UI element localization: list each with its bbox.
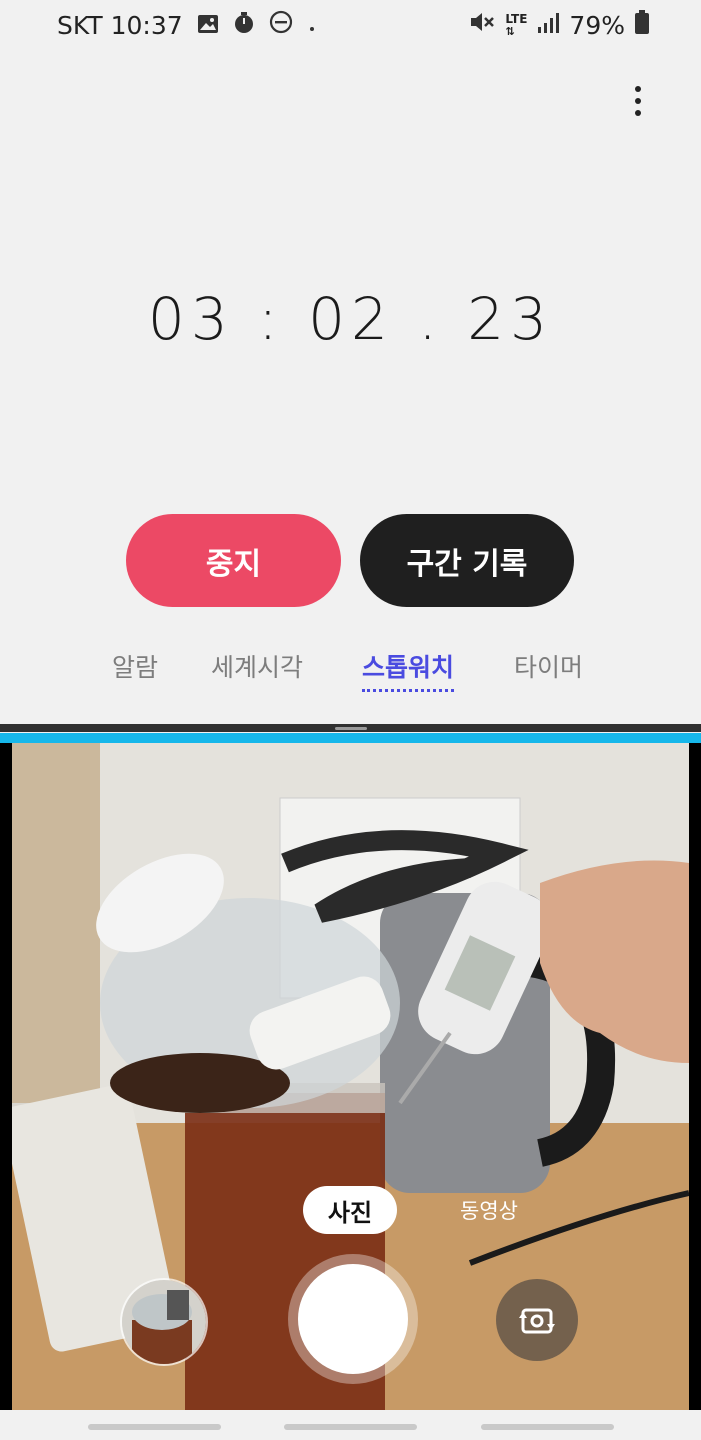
tab-alarm[interactable]: 알람 bbox=[112, 648, 158, 684]
status-bar: SKT 10:37 LTE ⇅ 79% bbox=[0, 0, 701, 50]
photo-mode-button[interactable]: 사진 bbox=[303, 1186, 397, 1234]
stopwatch-time: 03 : 02 . 23 bbox=[147, 285, 554, 353]
clock-tabs: 알람 세계시각 스톱워치 타이머 bbox=[0, 648, 701, 698]
battery-icon bbox=[635, 10, 649, 40]
gallery-icon bbox=[197, 11, 219, 40]
nav-recents[interactable] bbox=[88, 1424, 221, 1430]
mute-icon bbox=[469, 10, 495, 40]
switch-camera-icon[interactable] bbox=[496, 1279, 578, 1361]
tab-timer[interactable]: 타이머 bbox=[514, 648, 583, 684]
battery-percent: 79% bbox=[569, 10, 625, 40]
timer-icon bbox=[233, 11, 255, 40]
system-nav-bar bbox=[0, 1410, 701, 1440]
tab-world-clock[interactable]: 세계시각 bbox=[211, 648, 303, 684]
nav-home[interactable] bbox=[284, 1424, 417, 1430]
split-handle[interactable] bbox=[335, 727, 367, 730]
clock-text: 10:37 bbox=[110, 10, 183, 40]
tab-stopwatch[interactable]: 스톱워치 bbox=[362, 648, 455, 692]
video-mode-button[interactable]: 동영상 bbox=[449, 1192, 529, 1228]
network-label: LTE bbox=[505, 11, 528, 26]
network-type: LTE ⇅ bbox=[505, 11, 528, 38]
more-options-icon[interactable] bbox=[628, 86, 648, 120]
active-window-indicator bbox=[0, 733, 701, 743]
signal-icon bbox=[537, 11, 560, 40]
dnd-icon bbox=[269, 10, 293, 40]
stop-button[interactable]: 중지 bbox=[126, 514, 341, 607]
notification-dot-icon bbox=[307, 11, 317, 40]
shutter-button[interactable] bbox=[298, 1264, 408, 1374]
lap-button[interactable]: 구간 기록 bbox=[360, 514, 574, 607]
carrier-text: SKT bbox=[57, 10, 103, 40]
nav-back[interactable] bbox=[481, 1424, 614, 1430]
gallery-thumbnail[interactable] bbox=[120, 1278, 208, 1366]
